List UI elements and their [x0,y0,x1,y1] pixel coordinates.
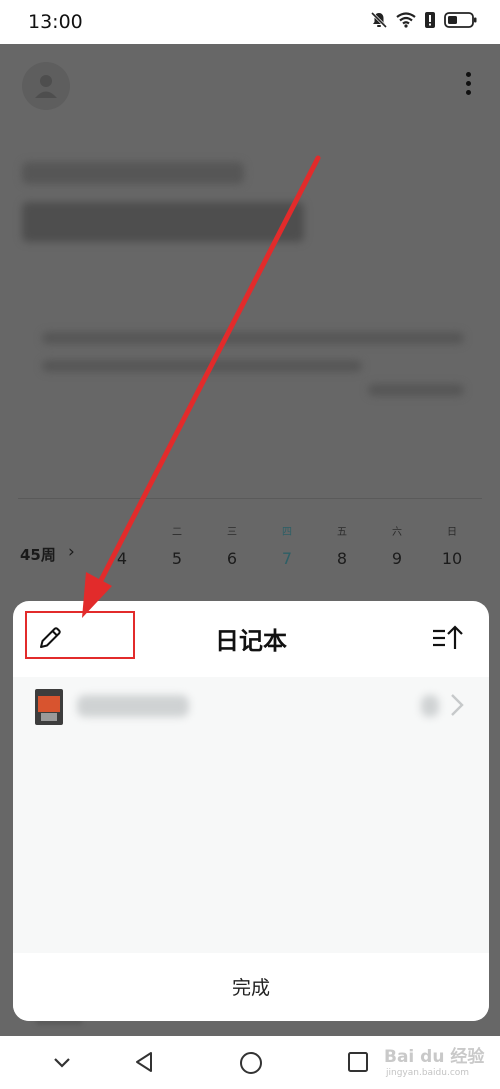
notebook-list [13,677,489,953]
week-label: 45周 [20,546,56,564]
sheet-header: 日记本 [13,601,489,677]
alert-icon [425,12,435,28]
bell-off-icon [370,11,388,29]
notebook-cover [35,689,63,725]
watermark-url: jingyan.baidu.com [386,1068,470,1078]
day-column-today[interactable]: 四 7 [267,522,307,574]
day-column[interactable]: 4 [102,522,142,574]
blurred-heading [22,202,304,242]
recents-square-icon[interactable] [346,1050,370,1074]
day-column[interactable]: 三 6 [212,522,252,574]
status-bar: 13:00 [0,0,500,44]
person-icon [35,75,57,98]
done-button[interactable]: 完成 [13,973,489,1000]
wifi-icon [396,12,416,28]
home-circle-icon[interactable] [238,1050,264,1076]
day-column[interactable]: 二 5 [157,522,197,574]
sheet-title: 日记本 [215,627,287,655]
blurred-subtitle [22,162,244,184]
watermark-brand: Bai du 经验 [384,1047,485,1067]
blurred-notebook-name [77,695,189,717]
battery-icon [444,12,477,28]
more-vertical-icon[interactable] [466,72,472,98]
avatar[interactable] [22,62,70,110]
day-column[interactable]: 日 10 [432,522,472,574]
blurred-text-line [368,384,464,396]
done-area: 完成 [13,953,489,1021]
divider [18,498,482,499]
chevron-right-icon[interactable]: › [68,542,75,562]
week-row: 45周 › 4 二 5 三 6 四 7 五 8 六 9 日 10 [0,522,500,582]
chevron-right-icon [451,694,464,716]
sort-button[interactable] [431,623,467,653]
blurred-text-line [42,332,464,344]
day-column[interactable]: 五 8 [322,522,362,574]
notebook-sheet: 日记本 完成 [13,601,489,1021]
chevron-down-icon[interactable] [50,1050,74,1074]
list-item[interactable] [13,677,489,737]
day-column[interactable]: 六 9 [377,522,417,574]
status-icons [370,11,478,29]
sort-ascending-icon [433,625,463,649]
blurred-text-line [42,360,362,372]
blurred-count [421,695,439,717]
watermark: Bai du 经验 jingyan.baidu.com [380,1040,498,1086]
back-triangle-icon[interactable] [132,1050,156,1074]
status-time: 13:00 [28,11,83,33]
